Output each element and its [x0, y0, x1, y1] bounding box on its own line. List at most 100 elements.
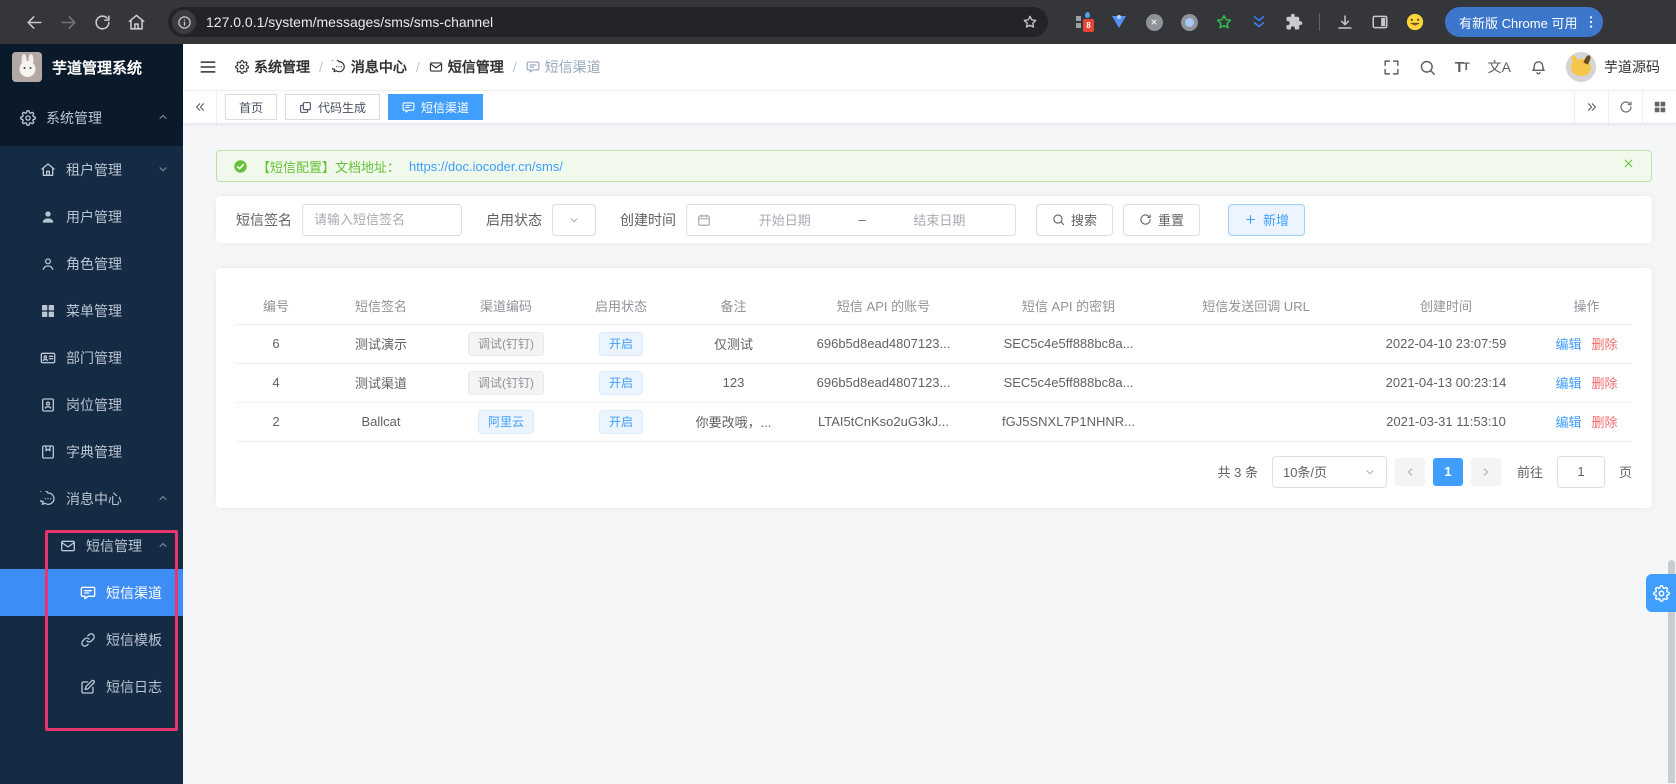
delete-link[interactable]: 删除 — [1592, 337, 1618, 352]
reset-button[interactable]: 重置 — [1123, 203, 1201, 236]
delete-link[interactable]: 删除 — [1592, 415, 1618, 430]
extensions-puzzle-icon[interactable] — [1284, 12, 1304, 32]
address-bar[interactable]: 127.0.0.1/system/messages/sms/sms-channe… — [168, 7, 1048, 37]
table-row: 2 Ballcat 阿里云 开启 你要改哦，... LTAI5tCnKso2uG… — [236, 402, 1632, 442]
date-range-picker[interactable]: 开始日期 – 结束日期 — [686, 203, 1016, 236]
start-date-placeholder[interactable]: 开始日期 — [719, 210, 850, 229]
chrome-update-button[interactable]: 有新版 Chrome 可用 — [1445, 7, 1604, 37]
forward-icon[interactable] — [56, 10, 80, 34]
cell-remark: 123 — [676, 363, 791, 403]
sidebar-item-tenant[interactable]: 租户管理 — [0, 146, 183, 193]
sidebar-item-user[interactable]: 用户管理 — [0, 193, 183, 240]
status-select[interactable] — [552, 203, 596, 236]
page-size-select[interactable]: 10条/页 — [1271, 455, 1387, 488]
sidebar-item-post[interactable]: 岗位管理 — [0, 381, 183, 428]
sidebar-item-label: 部门管理 — [66, 349, 122, 366]
next-page-button[interactable] — [1470, 457, 1501, 486]
sidebar-item-label: 短信渠道 — [106, 584, 162, 601]
alert-close-icon[interactable] — [1622, 157, 1635, 175]
sidebar-item-sms-channel[interactable]: 短信渠道 — [0, 569, 183, 616]
add-button[interactable]: 新增 — [1228, 203, 1306, 236]
edit-link[interactable]: 编辑 — [1555, 376, 1581, 391]
tabs-scroll-left-icon[interactable] — [183, 91, 217, 123]
sidebar-item-dict[interactable]: 字典管理 — [0, 428, 183, 475]
cell-callback — [1161, 324, 1351, 364]
chat-icon — [80, 585, 96, 601]
edit-link[interactable]: 编辑 — [1555, 415, 1581, 430]
gear-icon — [20, 110, 36, 126]
breadcrumb-item-system[interactable]: 系统管理 — [235, 57, 310, 77]
collapse-sidebar-icon[interactable] — [199, 58, 217, 76]
channel-tag: 调试(钉钉) — [468, 370, 544, 395]
tab-label: 首页 — [239, 100, 264, 115]
tab-sms-channel[interactable]: 短信渠道 — [388, 94, 484, 120]
page-unit-label: 页 — [1618, 465, 1632, 480]
extension-circle-icon[interactable] — [1179, 12, 1199, 32]
home-icon — [40, 162, 56, 178]
back-icon[interactable] — [22, 10, 46, 34]
sidebar-item-role[interactable]: 角色管理 — [0, 240, 183, 287]
url-text[interactable]: 127.0.0.1/system/messages/sms/sms-channe… — [206, 14, 1012, 30]
table-header-row: 编号 短信签名 渠道编码 启用状态 备注 短信 API 的账号 短信 API 的… — [236, 288, 1632, 325]
font-size-icon[interactable]: TT — [1455, 59, 1470, 76]
extensions-area: 8 — [1074, 12, 1425, 32]
site-info-icon[interactable] — [172, 10, 196, 34]
emoji-extension-icon[interactable] — [1405, 12, 1425, 32]
sign-input[interactable] — [303, 204, 461, 235]
browser-menu-icon[interactable] — [1583, 14, 1599, 30]
bookmark-star-icon[interactable] — [1022, 14, 1038, 30]
edit-link[interactable]: 编辑 — [1555, 337, 1581, 352]
tab-home[interactable]: 首页 — [225, 94, 278, 120]
cell-created: 2021-03-31 11:53:10 — [1351, 402, 1541, 442]
sidebar-item-dept[interactable]: 部门管理 — [0, 334, 183, 381]
settings-drawer-button[interactable] — [1646, 574, 1676, 612]
extension-grid-icon[interactable]: 8 — [1074, 12, 1094, 32]
app-logo[interactable]: 芋道管理系统 — [0, 44, 183, 90]
side-panel-icon[interactable] — [1370, 12, 1390, 32]
delete-link[interactable]: 删除 — [1592, 376, 1618, 391]
language-icon[interactable]: 文A — [1488, 57, 1511, 77]
breadcrumb-label: 短信渠道 — [544, 59, 601, 75]
doc-link[interactable]: https://doc.iocoder.cn/sms/ — [409, 159, 563, 174]
user-menu[interactable]: 芋道源码 — [1566, 52, 1660, 82]
search-icon[interactable] — [1419, 59, 1436, 76]
tab-code-gen[interactable]: 代码生成 — [285, 94, 381, 120]
sidebar-item-sms-template[interactable]: 短信模板 — [0, 616, 183, 663]
breadcrumb-item-sms-management[interactable]: 短信管理 — [429, 57, 504, 77]
status-label: 启用状态 — [486, 211, 542, 228]
breadcrumb-item-message-center[interactable]: 消息中心 — [331, 57, 407, 77]
sidebar-item-sms-log[interactable]: 短信日志 — [0, 663, 183, 710]
table-row: 4 测试渠道 调试(钉钉) 开启 123 696b5d8ead4807123..… — [236, 363, 1632, 403]
sidebar-item-message-center[interactable]: 消息中心 — [0, 475, 183, 522]
prev-page-button[interactable] — [1394, 457, 1425, 486]
col-actions: 操作 — [1541, 288, 1632, 325]
doc-alert: 【短信配置】文档地址： https://doc.iocoder.cn/sms/ — [216, 150, 1652, 182]
fullscreen-icon[interactable] — [1383, 59, 1400, 76]
tabs-layout-icon[interactable] — [1642, 91, 1676, 123]
tabs-scroll-right-icon[interactable] — [1574, 91, 1608, 123]
tabs-refresh-icon[interactable] — [1608, 91, 1642, 123]
downloads-icon[interactable] — [1335, 12, 1355, 32]
current-page-button[interactable]: 1 — [1432, 457, 1463, 486]
notification-bell-icon[interactable] — [1530, 59, 1547, 76]
browser-toolbar: 127.0.0.1/system/messages/sms/sms-channe… — [0, 0, 1676, 44]
sidebar-item-menu[interactable]: 菜单管理 — [0, 287, 183, 334]
sidebar-item-system[interactable]: 系统管理 — [0, 90, 183, 146]
sidebar-item-sms-management[interactable]: 短信管理 — [0, 522, 183, 569]
status-tag: 开启 — [598, 370, 643, 395]
table-card: 编号 短信签名 渠道编码 启用状态 备注 短信 API 的账号 短信 API 的… — [216, 268, 1652, 508]
goto-page-input[interactable] — [1557, 456, 1604, 487]
breadcrumb-separator: / — [319, 59, 323, 75]
home-icon[interactable] — [124, 10, 148, 34]
search-button[interactable]: 搜索 — [1036, 203, 1114, 236]
extension-asterisk-icon[interactable] — [1144, 12, 1164, 32]
cell-callback — [1161, 402, 1351, 442]
extension-balloon-icon[interactable] — [1109, 12, 1129, 32]
extension-chevrons-icon[interactable] — [1249, 12, 1269, 32]
tag-view-bar: 首页 代码生成 短信渠道 — [183, 90, 1676, 124]
extension-star-icon[interactable] — [1214, 12, 1234, 32]
end-date-placeholder[interactable]: 结束日期 — [874, 210, 1005, 229]
reload-icon[interactable] — [90, 10, 114, 34]
col-id: 编号 — [236, 288, 316, 325]
badge-icon — [40, 397, 56, 413]
